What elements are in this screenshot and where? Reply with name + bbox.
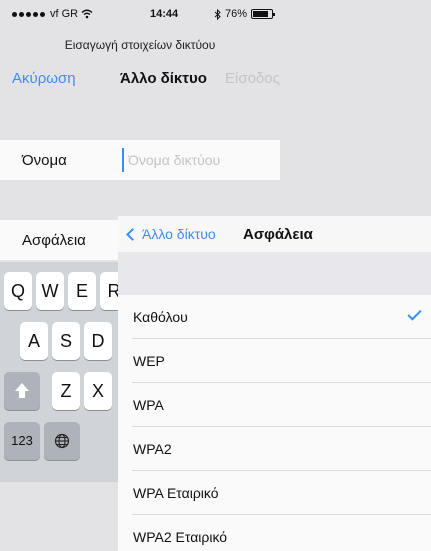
security-option-wpa2[interactable]: WPA2: [118, 427, 431, 471]
security-option-wpa-enterprise[interactable]: WPA Εταιρικό: [118, 471, 431, 515]
security-options-list: Καθόλου WEP WPA WPA2 WPA Εταιρικό WPA2 Ε…: [118, 295, 431, 551]
security-option-wpa[interactable]: WPA: [118, 383, 431, 427]
page-title: Άλλο δίκτυο: [120, 70, 207, 87]
battery-percent: 76%: [225, 8, 248, 20]
key-z[interactable]: Z: [52, 372, 80, 410]
globe-icon: [54, 433, 70, 449]
security-label: Ασφάλεια: [22, 232, 86, 249]
status-time: 14:44: [150, 8, 179, 20]
navigation-bar: Ακύρωση Άλλο δίκτυο Είσοδος: [0, 58, 280, 98]
key-a[interactable]: A: [20, 322, 48, 360]
key-d[interactable]: D: [84, 322, 112, 360]
network-name-row: Όνομα: [0, 140, 280, 180]
key-x[interactable]: X: [84, 372, 112, 410]
security-option-wep[interactable]: WEP: [118, 339, 431, 383]
globe-key[interactable]: [44, 422, 80, 460]
security-selection-sheet: Άλλο δίκτυο Ασφάλεια Καθόλου WEP WPA WPA…: [118, 216, 431, 551]
option-label: WPA2: [133, 441, 172, 457]
key-s[interactable]: S: [52, 322, 80, 360]
key-w[interactable]: W: [36, 272, 64, 310]
checkmark-icon: [407, 306, 422, 321]
network-name-label: Όνομα: [22, 152, 67, 169]
chevron-left-icon: [126, 227, 139, 241]
cancel-button[interactable]: Ακύρωση: [12, 70, 76, 87]
security-option-wpa2-enterprise[interactable]: WPA2 Εταιρικό: [118, 515, 431, 551]
sheet-title: Ασφάλεια: [243, 226, 313, 243]
option-label: WEP: [133, 353, 165, 369]
carrier-name: vf GR: [50, 8, 79, 20]
bluetooth-icon: [214, 8, 221, 20]
shift-key[interactable]: [4, 372, 40, 410]
back-button[interactable]: Άλλο δίκτυο: [126, 226, 216, 242]
status-bar: vf GR 14:44 76%: [0, 0, 280, 32]
sheet-navigation-bar: Άλλο δίκτυο Ασφάλεια: [118, 216, 431, 252]
security-option-none[interactable]: Καθόλου: [118, 295, 431, 339]
option-label: WPA2 Εταιρικό: [133, 529, 228, 545]
battery-icon: [251, 9, 276, 19]
option-label: WPA Εταιρικό: [133, 485, 219, 501]
option-label: WPA: [133, 397, 164, 413]
key-q[interactable]: Q: [4, 272, 32, 310]
section-spacer: [118, 252, 431, 295]
join-button[interactable]: Είσοδος: [225, 70, 280, 87]
key-e[interactable]: E: [68, 272, 96, 310]
signal-strength-icon: [12, 11, 45, 17]
wifi-icon: [81, 9, 93, 19]
numbers-key[interactable]: 123: [4, 422, 40, 460]
shift-icon: [15, 383, 29, 391]
back-label: Άλλο δίκτυο: [142, 226, 216, 242]
prompt-text: Εισαγωγή στοιχείων δικτύου: [64, 38, 216, 52]
network-name-input[interactable]: [122, 148, 272, 172]
option-label: Καθόλου: [133, 309, 188, 325]
